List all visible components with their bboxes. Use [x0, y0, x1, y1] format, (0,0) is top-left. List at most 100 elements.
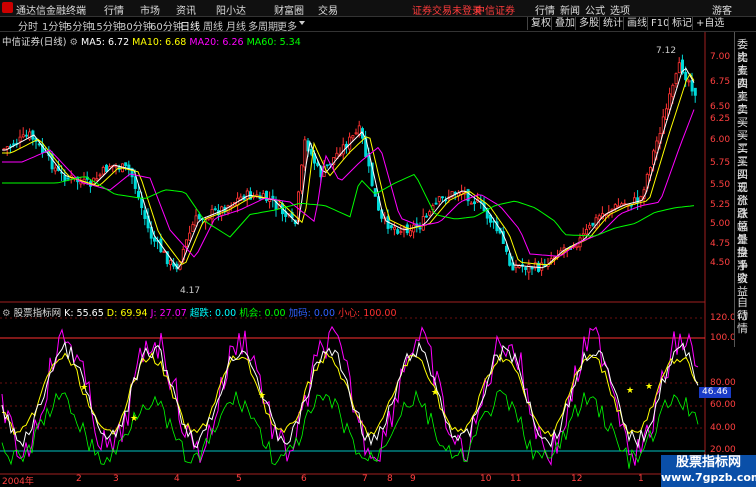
- indicator-title[interactable]: 股票指标网: [14, 308, 62, 319]
- candle-body: [440, 196, 444, 199]
- candlestick-series: [2, 54, 697, 280]
- candle-body: [24, 134, 28, 137]
- chance-value: 机会: 0.00: [239, 308, 286, 319]
- candle-body: [37, 143, 41, 146]
- x-tick: 10: [480, 474, 492, 484]
- candle-body: [229, 206, 233, 208]
- candle-body: [434, 202, 438, 205]
- candle-body: [21, 134, 25, 138]
- price-tick: 6.00: [710, 135, 731, 145]
- candle-body: [693, 87, 697, 96]
- quote-side-panel: 委比 卖五 卖四 卖三 卖二 卖一 买一 买二 买三 买四 买五 现价 涨跌 涨…: [734, 32, 756, 347]
- price-tick: 4.50: [710, 258, 731, 268]
- candle-body: [389, 225, 393, 229]
- candle-body: [325, 164, 329, 167]
- site-watermark: 股票指标网 www.7gpzb.com: [661, 455, 756, 487]
- price-tick: 5.00: [710, 219, 731, 229]
- x-tick: 5: [236, 474, 242, 484]
- caution-value: 小心: 100.00: [338, 308, 397, 319]
- candle-body: [469, 202, 473, 205]
- candle-body: [421, 216, 425, 231]
- candle-body: [105, 164, 109, 172]
- chart-canvas[interactable]: ★ ★ ★ ★ ★ ★: [0, 0, 756, 487]
- ma20-line: [2, 109, 695, 258]
- x-tick: 8: [387, 474, 393, 484]
- candle-body: [95, 178, 99, 181]
- kdj-current-value: 46.46: [699, 387, 731, 398]
- oversold-value: 超跌: 0.00: [189, 308, 237, 319]
- kdj-tick: 60.00: [710, 400, 736, 410]
- candle-body: [351, 135, 355, 139]
- candle-body: [472, 201, 476, 205]
- candle-body: [524, 267, 528, 270]
- d-value: D: 69.94: [106, 308, 148, 319]
- candle-body: [98, 174, 102, 177]
- x-tick: 11: [510, 474, 522, 484]
- candle-body: [101, 167, 105, 175]
- k-value: K: 55.65: [64, 308, 104, 319]
- candle-body: [309, 149, 313, 155]
- settings-icon[interactable]: ⚙: [2, 308, 11, 319]
- candle-body: [152, 237, 156, 242]
- candle-body: [392, 226, 396, 230]
- auto-quote-toggle-label[interactable]: 行情: [737, 309, 756, 335]
- kdj-tick: 20.00: [710, 445, 736, 455]
- candle-body: [303, 139, 307, 168]
- candle-body: [687, 80, 691, 83]
- candle-body: [197, 214, 201, 220]
- price-tick: 5.75: [710, 158, 731, 168]
- price-tick: 7.00: [710, 52, 731, 62]
- candle-body: [613, 204, 617, 209]
- candle-body: [191, 224, 195, 232]
- candle-body: [143, 210, 147, 219]
- price-tick: 5.25: [710, 200, 731, 210]
- candle-body: [213, 208, 217, 211]
- j-value: J: 27.07: [150, 308, 187, 319]
- candle-body: [184, 239, 188, 247]
- candle-body: [399, 231, 403, 233]
- candle-body: [639, 196, 643, 201]
- candle-body: [418, 227, 422, 230]
- price-tick: 6.50: [710, 102, 731, 112]
- candle-body: [188, 232, 192, 241]
- high-price-label: 7.12: [656, 46, 677, 56]
- addon-value: 加码: 0.00: [288, 308, 335, 319]
- candle-body: [428, 211, 432, 216]
- candle-body: [245, 190, 249, 199]
- candle-body: [168, 259, 172, 266]
- candle-body: [677, 62, 681, 74]
- candle-body: [133, 176, 137, 189]
- candle-body: [136, 190, 140, 198]
- candle-body: [690, 80, 694, 92]
- candle-body: [671, 84, 675, 98]
- star-marker-icon: ★: [431, 388, 439, 398]
- x-tick: 9: [410, 474, 416, 484]
- x-tick: 6: [301, 474, 307, 484]
- star-marker-icon: ★: [645, 382, 653, 392]
- candle-body: [575, 245, 579, 249]
- x-tick: 7: [362, 474, 368, 484]
- candle-body: [581, 233, 585, 236]
- candle-body: [437, 196, 441, 202]
- kdj-tick: 120.0: [710, 313, 736, 323]
- watermark-title: 股票指标网: [675, 455, 741, 470]
- candle-body: [18, 136, 22, 142]
- candle-body: [527, 264, 531, 273]
- candle-body: [591, 222, 595, 226]
- candle-body: [408, 230, 412, 237]
- candle-body: [597, 215, 601, 220]
- x-tick: 3: [113, 474, 119, 484]
- candle-body: [124, 162, 128, 167]
- x-tick: 4: [174, 474, 180, 484]
- candle-body: [354, 132, 358, 135]
- panel-label: 收益: [737, 272, 748, 298]
- price-tick: 6.75: [710, 77, 731, 87]
- x-tick: 2: [76, 474, 82, 484]
- candle-body: [674, 73, 678, 85]
- star-marker-icon: ★: [80, 383, 88, 393]
- candle-body: [53, 167, 57, 172]
- kdj-tick: 100.0: [710, 333, 736, 343]
- candle-body: [424, 215, 428, 218]
- candle-body: [588, 224, 592, 229]
- candle-body: [633, 197, 637, 205]
